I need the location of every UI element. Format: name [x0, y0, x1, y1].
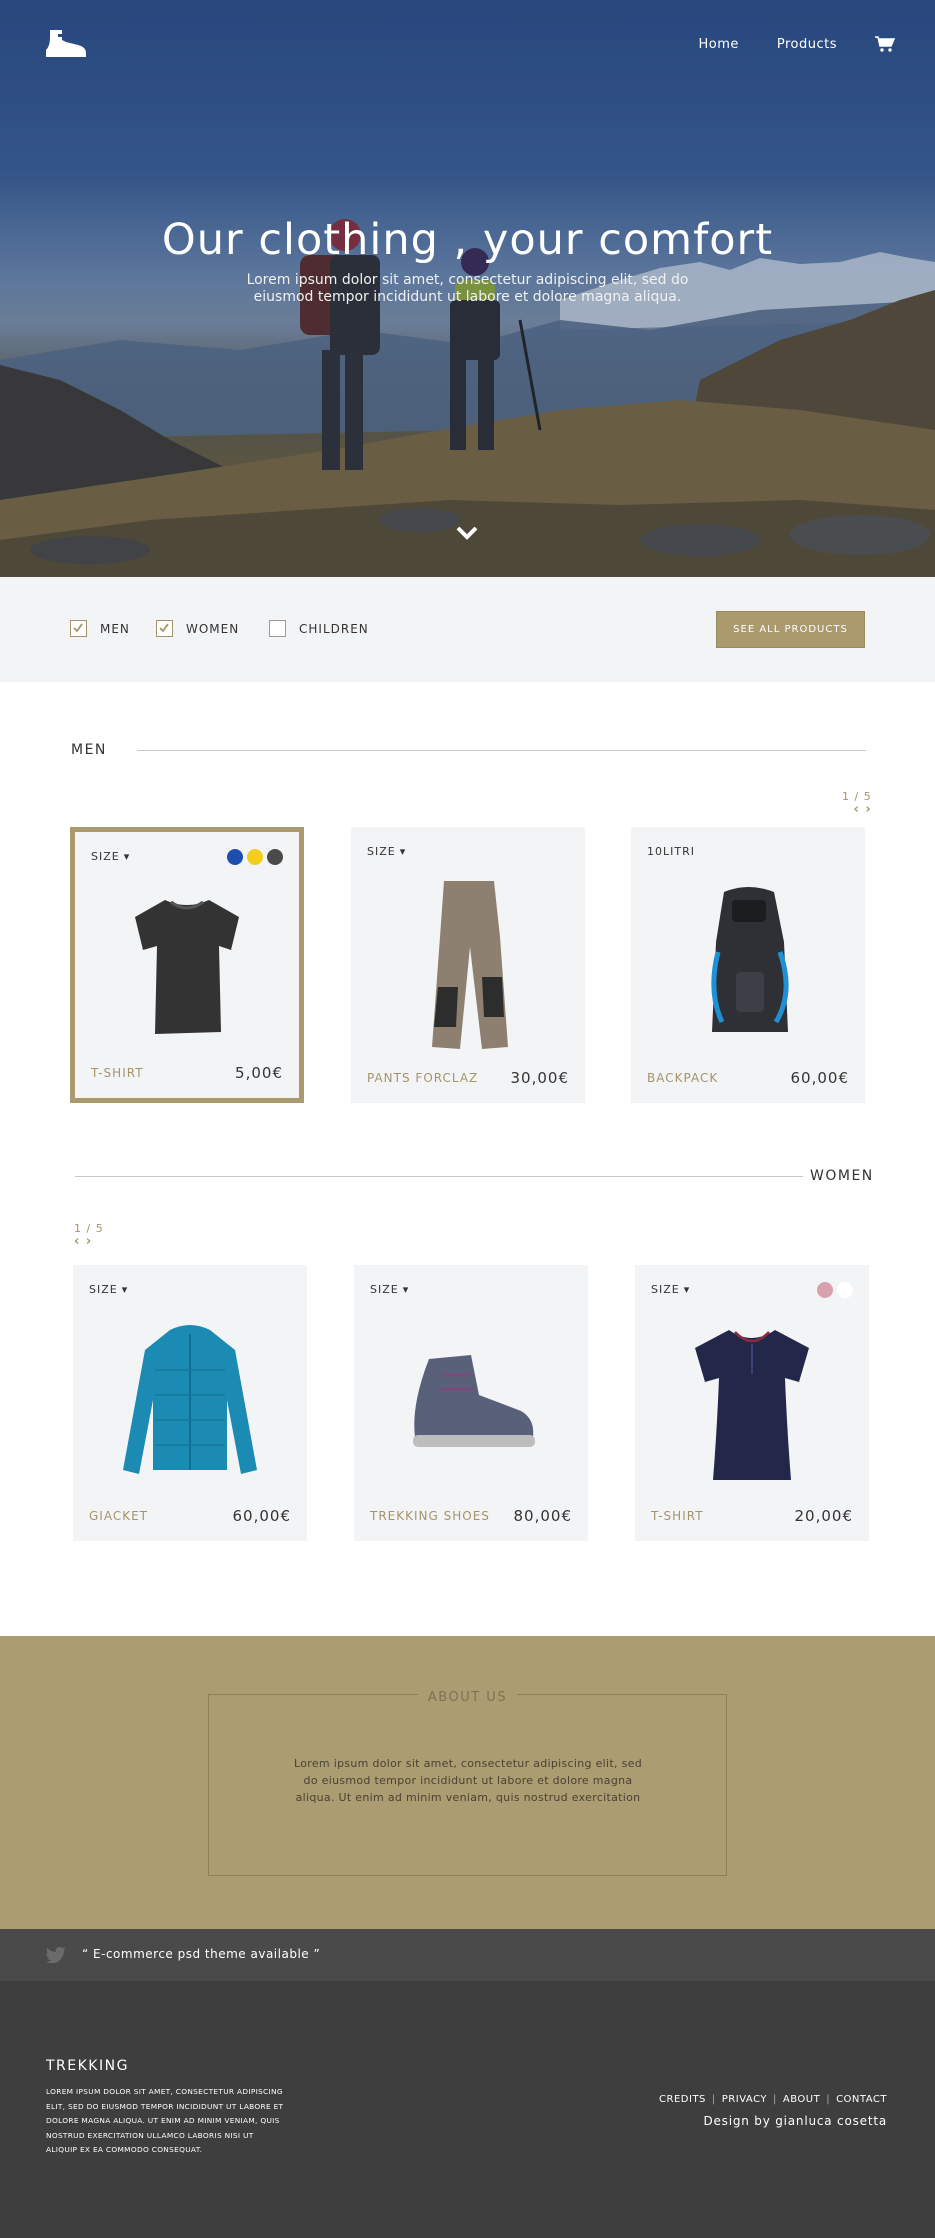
size-dropdown[interactable]: SIZE ▾ — [651, 1283, 690, 1296]
men-section-title: MEN — [71, 742, 107, 758]
product-card-jacket[interactable]: SIZE ▾ GIACKET 60,00€ — [73, 1265, 307, 1541]
hero-banner: Home Products Our clothing , your comfor… — [0, 0, 935, 577]
men-divider — [137, 750, 866, 751]
product-price: 60,00€ — [790, 1069, 849, 1087]
product-card-pants[interactable]: SIZE ▾ PANTS FORCLAZ 30,00€ — [351, 827, 585, 1103]
size-label: 10LITRI — [647, 845, 695, 858]
footer-credit: Design by gianluca cosetta — [703, 2114, 887, 2128]
men-pager-arrows[interactable]: ‹ › — [842, 803, 872, 816]
prev-arrow-icon[interactable]: ‹ — [853, 802, 859, 817]
chevron-down-icon: ▾ — [399, 845, 407, 858]
color-swatch-yellow[interactable] — [247, 849, 263, 865]
women-tshirt-image — [695, 1330, 809, 1480]
color-swatch-white[interactable] — [837, 1282, 853, 1298]
color-swatches — [817, 1282, 853, 1298]
product-card-shoes[interactable]: SIZE ▾ TREKKING SHOES 80,00€ — [354, 1265, 588, 1541]
filter-children-label: CHILDREN — [299, 621, 369, 636]
size-label: SIZE — [367, 845, 396, 858]
about-box: ABOUT US Lorem ipsum dolor sit amet, con… — [208, 1690, 727, 1876]
pants-image — [432, 881, 508, 1049]
product-card-tshirt-men[interactable]: SIZE ▾ T-SHIRT 5,00€ — [70, 827, 304, 1103]
chevron-down-icon: ▾ — [402, 1283, 410, 1296]
size-dropdown[interactable]: SIZE ▾ — [370, 1283, 409, 1296]
footer: TREKKING Lorem ipsum dolor sit amet, con… — [0, 1981, 935, 2238]
filter-bar: MEN WOMEN CHILDREN SEE ALL PRODUCTS — [0, 577, 935, 682]
footer-link-contact[interactable]: CONTACT — [836, 2094, 887, 2105]
women-pager: 1 / 5 ‹ › — [74, 1222, 104, 1248]
filter-women-checkbox[interactable] — [156, 620, 173, 637]
main-nav: Home Products — [698, 36, 895, 52]
nav-products-link[interactable]: Products — [777, 37, 837, 52]
filter-children-checkbox[interactable] — [269, 620, 286, 637]
size-label: SIZE — [89, 1283, 118, 1296]
men-pager: 1 / 5 ‹ › — [842, 790, 872, 816]
product-price: 30,00€ — [510, 1069, 569, 1087]
color-swatch-pink[interactable] — [817, 1282, 833, 1298]
chevron-down-icon: ▾ — [123, 850, 131, 863]
boot-logo-icon[interactable] — [44, 28, 88, 60]
next-arrow-icon[interactable]: › — [86, 1234, 92, 1249]
hero-title: Our clothing , your comfort — [161, 215, 774, 265]
about-title: ABOUT US — [417, 1690, 518, 1705]
footer-link-privacy[interactable]: PRIVACY — [722, 2094, 767, 2105]
footer-link-about[interactable]: ABOUT — [783, 2094, 820, 2105]
product-card-backpack[interactable]: 10LITRI BACKPACK 60,00€ — [631, 827, 865, 1103]
tshirt-image — [135, 900, 239, 1034]
cart-icon[interactable] — [875, 36, 895, 52]
chevron-down-icon: ▾ — [683, 1283, 691, 1296]
footer-text: Lorem ipsum dolor sit amet, consectetur … — [46, 2087, 284, 2154]
size-dropdown[interactable]: SIZE ▾ — [367, 845, 406, 858]
twitter-bird-icon[interactable] — [46, 1947, 66, 1963]
product-price: 60,00€ — [232, 1507, 291, 1525]
tweet-bar: “ E-commerce psd theme available ” — [0, 1929, 935, 1981]
jacket-image — [123, 1325, 257, 1474]
footer-link-credits[interactable]: CREDITS — [659, 2094, 706, 2105]
color-swatch-gray[interactable] — [267, 849, 283, 865]
size-label: SIZE — [370, 1283, 399, 1296]
scroll-down-chevron-icon[interactable] — [455, 524, 479, 542]
about-text: Lorem ipsum dolor sit amet, consectetur … — [294, 1757, 642, 1804]
filter-women-label: WOMEN — [186, 621, 240, 636]
filter-women[interactable]: WOMEN — [156, 620, 239, 637]
shoe-image — [413, 1355, 535, 1447]
footer-links: CREDITS | PRIVACY | ABOUT | CONTACT — [659, 2094, 887, 2105]
women-pager-arrows[interactable]: ‹ › — [74, 1235, 104, 1248]
product-name: T-SHIRT — [91, 1066, 144, 1080]
product-name: T-SHIRT — [651, 1509, 704, 1523]
check-icon — [73, 623, 83, 633]
product-name: GIACKET — [89, 1509, 148, 1523]
product-price: 20,00€ — [794, 1507, 853, 1525]
size-dropdown[interactable]: SIZE ▾ — [89, 1283, 128, 1296]
footer-brand: TREKKING — [46, 2058, 129, 2074]
filter-men[interactable]: MEN — [70, 620, 130, 637]
nav-home-link[interactable]: Home — [698, 37, 738, 52]
color-swatch-blue[interactable] — [227, 849, 243, 865]
women-divider — [75, 1176, 803, 1177]
product-name: BACKPACK — [647, 1071, 719, 1085]
filter-men-label: MEN — [100, 621, 130, 636]
next-arrow-icon[interactable]: › — [865, 802, 871, 817]
size-label: SIZE — [651, 1283, 680, 1296]
size-label: SIZE — [91, 850, 120, 863]
prev-arrow-icon[interactable]: ‹ — [74, 1234, 80, 1249]
color-swatches — [227, 849, 283, 865]
product-name: PANTS FORCLAZ — [367, 1071, 479, 1085]
filter-men-checkbox[interactable] — [70, 620, 87, 637]
product-price: 5,00€ — [235, 1064, 283, 1082]
product-name: TREKKING SHOES — [370, 1509, 490, 1523]
filter-children[interactable]: CHILDREN — [269, 620, 369, 637]
size-dropdown[interactable]: SIZE ▾ — [91, 850, 130, 863]
product-price: 80,00€ — [513, 1507, 572, 1525]
product-card-tshirt-women[interactable]: SIZE ▾ T-SHIRT 20,00€ — [635, 1265, 869, 1541]
size-dropdown[interactable]: 10LITRI — [647, 845, 695, 858]
women-section-title: WOMEN — [810, 1168, 874, 1184]
hero-subtitle: Lorem ipsum dolor sit amet, consectetur … — [246, 272, 689, 305]
see-all-products-button[interactable]: SEE ALL PRODUCTS — [716, 611, 865, 648]
backpack-image — [711, 887, 789, 1032]
about-section: ABOUT US Lorem ipsum dolor sit amet, con… — [0, 1636, 935, 1929]
check-icon — [159, 623, 169, 633]
tweet-text: “ E-commerce psd theme available ” — [82, 1947, 321, 1961]
chevron-down-icon: ▾ — [121, 1283, 129, 1296]
